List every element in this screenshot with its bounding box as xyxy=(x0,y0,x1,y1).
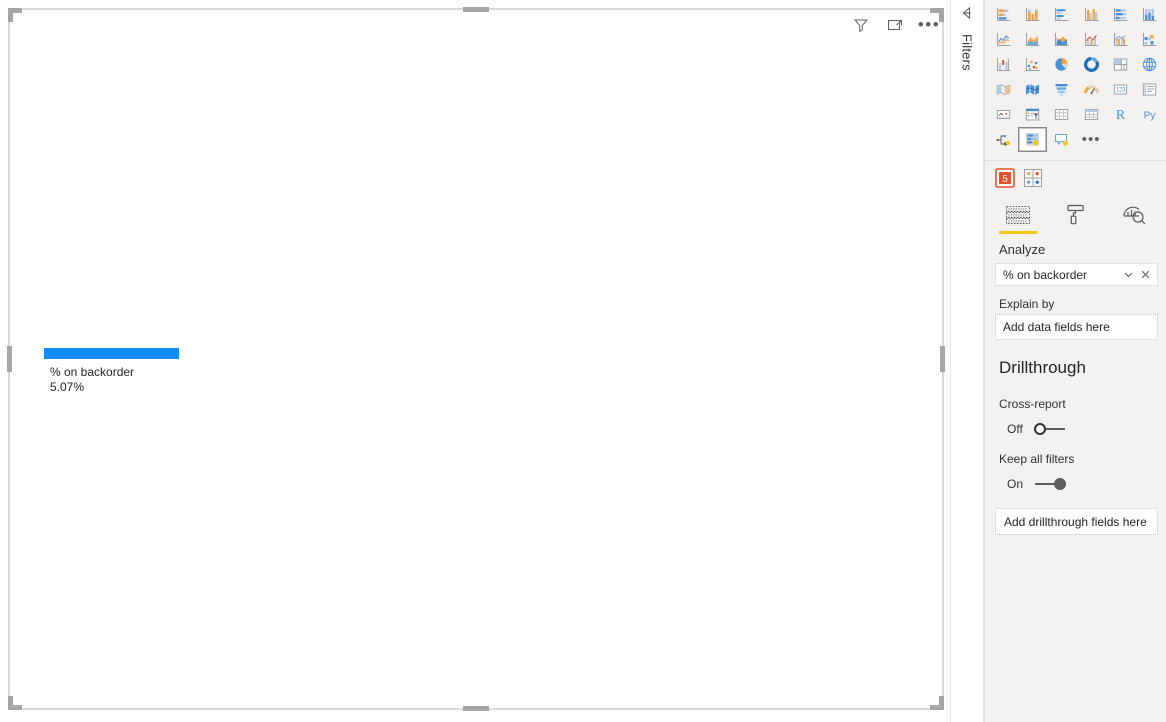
report-canvas[interactable]: ••• % on backorder 5.07% xyxy=(0,0,950,722)
cross-report-state: Off xyxy=(1007,422,1023,436)
fields-icon xyxy=(1006,206,1030,224)
filled-map-icon[interactable] xyxy=(989,77,1018,102)
decomposition-tree-icon[interactable] xyxy=(989,127,1018,152)
visual-header-toolbar: ••• xyxy=(852,16,939,34)
tab-format-underline xyxy=(1057,231,1095,234)
pie-chart-icon[interactable] xyxy=(1047,52,1076,77)
gallery-empty-cell xyxy=(1135,127,1164,152)
cross-report-toggle[interactable] xyxy=(1033,421,1067,437)
key-influencers-icon[interactable] xyxy=(1018,127,1048,152)
area-chart-icon[interactable] xyxy=(1018,27,1047,52)
stacked-bar-chart-icon[interactable] xyxy=(989,2,1018,27)
tab-fields-underline xyxy=(999,231,1037,234)
waterfall-chart-icon[interactable] xyxy=(989,52,1018,77)
analyze-field-well[interactable]: % on backorder xyxy=(995,263,1158,286)
tab-analytics[interactable] xyxy=(1115,203,1153,237)
svg-text:123: 123 xyxy=(1115,88,1126,94)
focus-mode-icon[interactable] xyxy=(886,16,904,34)
scatter-chart-icon[interactable] xyxy=(1018,52,1047,77)
svg-text:5: 5 xyxy=(1002,174,1008,185)
tab-fields[interactable] xyxy=(999,203,1037,237)
tab-analytics-underline xyxy=(1115,231,1153,234)
filters-pane-collapsed[interactable]: Filters xyxy=(950,0,984,722)
analyze-section-label: Analyze xyxy=(999,242,1046,257)
slicer-icon[interactable] xyxy=(1018,102,1047,127)
gauge-icon[interactable] xyxy=(1076,77,1105,102)
expand-filters-icon[interactable] xyxy=(958,4,976,22)
key-influencers-visual[interactable]: ••• % on backorder 5.07% xyxy=(7,7,945,711)
resize-handle-right[interactable] xyxy=(940,346,945,372)
donut-chart-icon[interactable] xyxy=(1076,52,1105,77)
influencer-label: % on backorder xyxy=(50,365,135,379)
multi-row-card-icon[interactable] xyxy=(1135,77,1164,102)
matrix-icon[interactable] xyxy=(1076,102,1105,127)
clustered-column-chart-icon[interactable] xyxy=(1076,2,1105,27)
html-content-custom-visual-icon[interactable]: 5 xyxy=(995,168,1015,188)
toggle-knob xyxy=(1034,423,1046,435)
ribbon-chart-icon[interactable] xyxy=(1135,27,1164,52)
svg-text:Py: Py xyxy=(1144,111,1156,122)
resize-handle-left[interactable] xyxy=(7,346,12,372)
filter-icon[interactable] xyxy=(852,16,870,34)
toggle-track xyxy=(1045,428,1065,430)
filters-pane-label: Filters xyxy=(959,34,975,71)
line-and-clustered-column-chart-icon[interactable] xyxy=(1106,27,1135,52)
more-options-icon[interactable]: ••• xyxy=(918,16,939,34)
resize-handle-bottom[interactable] xyxy=(463,706,489,711)
resize-handle-top-left[interactable] xyxy=(8,8,22,22)
keep-all-filters-label: Keep all filters xyxy=(999,452,1075,466)
visualization-gallery: 123 R Py ••• xyxy=(985,0,1166,158)
r-script-visual-icon[interactable]: R xyxy=(1106,102,1135,127)
stacked-area-chart-icon[interactable] xyxy=(1047,27,1076,52)
gallery-empty-cell xyxy=(1106,127,1135,152)
funnel-icon[interactable] xyxy=(1047,77,1076,102)
visualizations-pane: 123 R Py ••• 5 Analyze % on backorder Ex… xyxy=(984,0,1166,722)
kpi-icon[interactable] xyxy=(989,102,1018,127)
resize-handle-top[interactable] xyxy=(463,7,489,12)
key-influencers-content: % on backorder 5.07% xyxy=(38,348,338,395)
drillthrough-placeholder: Add drillthrough fields here xyxy=(1004,514,1147,529)
treemap-icon[interactable] xyxy=(1106,52,1135,77)
explain-by-field-well[interactable]: Add data fields here xyxy=(995,314,1158,340)
drillthrough-field-well[interactable]: Add drillthrough fields here xyxy=(995,508,1158,535)
clustered-bar-chart-icon[interactable] xyxy=(1047,2,1076,27)
smart-narrative-icon[interactable] xyxy=(1047,127,1076,152)
more-visuals-icon[interactable]: ••• xyxy=(1076,127,1105,152)
hundred-percent-stacked-column-chart-icon[interactable] xyxy=(1135,2,1164,27)
chevron-down-icon[interactable] xyxy=(1121,268,1135,282)
get-more-visuals-icon[interactable] xyxy=(1023,168,1043,188)
line-chart-icon[interactable] xyxy=(989,27,1018,52)
keep-all-filters-toggle-row: On xyxy=(985,469,1166,496)
custom-visuals-row: 5 xyxy=(985,161,1166,195)
explain-by-label: Explain by xyxy=(999,297,1055,311)
paint-roller-icon xyxy=(1067,204,1084,225)
python-visual-icon[interactable]: Py xyxy=(1135,102,1164,127)
analyze-field-value: % on backorder xyxy=(1003,267,1088,282)
cross-report-toggle-row: Off xyxy=(985,414,1166,441)
card-icon[interactable]: 123 xyxy=(1106,77,1135,102)
tab-format[interactable] xyxy=(1057,203,1095,237)
stacked-column-chart-icon[interactable] xyxy=(1018,2,1047,27)
keep-all-filters-toggle[interactable] xyxy=(1033,476,1067,492)
close-icon[interactable] xyxy=(1138,268,1152,282)
analytics-magnifier-icon xyxy=(1123,206,1146,225)
influencer-value: 5.07% xyxy=(50,380,85,394)
keep-all-filters-state: On xyxy=(1007,477,1024,491)
cross-report-label: Cross-report xyxy=(999,397,1066,411)
hundred-percent-stacked-bar-chart-icon[interactable] xyxy=(1106,2,1135,27)
line-and-stacked-column-chart-icon[interactable] xyxy=(1076,27,1105,52)
influencer-bar xyxy=(44,348,179,359)
table-icon[interactable] xyxy=(1047,102,1076,127)
power-bi-report-editor: ••• % on backorder 5.07% Filters 123 R P… xyxy=(0,0,1166,722)
explain-by-placeholder: Add data fields here xyxy=(1003,320,1110,334)
svg-text:R: R xyxy=(1116,108,1126,123)
map-icon[interactable] xyxy=(1135,52,1164,77)
toggle-knob xyxy=(1054,478,1066,490)
shape-map-icon[interactable] xyxy=(1018,77,1047,102)
resize-handle-bottom-left[interactable] xyxy=(8,696,22,710)
resize-handle-bottom-right[interactable] xyxy=(930,696,944,710)
drillthrough-title: Drillthrough xyxy=(999,358,1086,377)
pane-tabs xyxy=(985,195,1166,237)
